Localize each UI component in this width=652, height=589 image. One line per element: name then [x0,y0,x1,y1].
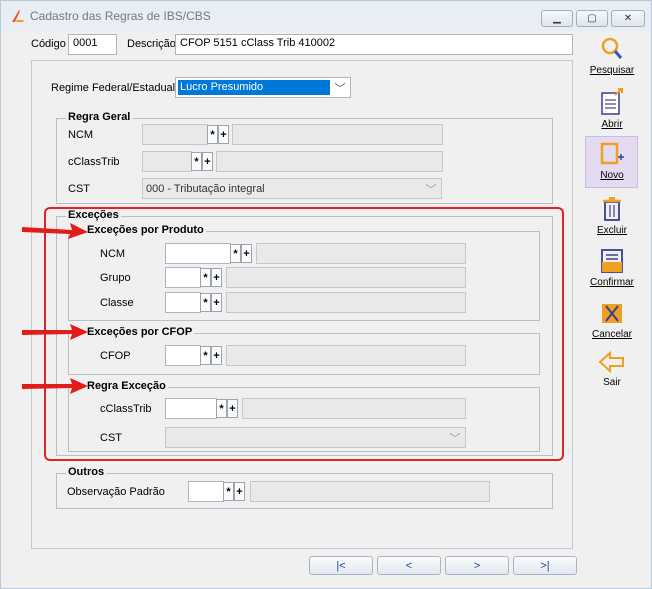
pesquisar-button[interactable]: Pesquisar [572,36,652,86]
previous-icon: < [405,559,413,572]
descricao-field[interactable]: CFOP 5151 cClass Trib 410002 [175,34,573,55]
regime-value: Lucro Presumido [178,80,330,95]
codigo-label: Código [31,38,66,50]
rg-cst-select[interactable]: 000 - Tributação integral ﹀ [142,178,442,199]
delete-icon [603,197,621,221]
obs-field[interactable] [188,481,224,502]
obs-star-button[interactable]: * [223,482,234,501]
confirmar-button[interactable]: Confirmar [572,248,652,298]
exit-icon [598,350,624,374]
excluir-label: Excluir [596,225,627,236]
rg-cst-label: CST [68,183,90,195]
chevron-down-icon: ﹀ [334,82,346,95]
rg-cclasstrib-description [216,151,443,172]
first-record-button[interactable]: |< [309,556,373,575]
outros-title: Outros [66,466,107,478]
confirm-icon [601,249,623,273]
next-record-button[interactable]: > [445,556,509,575]
last-icon: >| [540,559,550,572]
regime-select[interactable]: Lucro Presumido ﹀ [175,77,351,98]
maximize-icon: ▢ [587,13,597,24]
red-arrow-icon [22,223,88,239]
red-arrow-icon [22,378,88,394]
highlight-frame [44,207,564,461]
descricao-label: Descrição [127,38,176,50]
cancelar-button[interactable]: Cancelar [572,300,652,350]
codigo-field[interactable]: 0001 [68,34,117,55]
close-icon: ✕ [623,13,633,24]
new-icon [600,142,624,165]
open-icon [601,88,623,115]
rg-cclasstrib-plus-button[interactable]: + [202,152,213,171]
abrir-label: Abrir [601,119,623,130]
red-arrow-icon [22,324,88,340]
novo-label: Novo [600,170,624,181]
regime-label: Regime Federal/Estadual [51,82,176,94]
cancel-icon [602,304,622,323]
rg-cclasstrib-label: cClassTrib [68,156,120,168]
cancelar-label: Cancelar [591,329,633,340]
abrir-button[interactable]: Abrir [572,88,652,138]
rg-ncm-label: NCM [68,129,94,141]
last-record-button[interactable]: >| [513,556,577,575]
sair-button[interactable]: Sair [572,350,652,400]
regra-geral-title: Regra Geral [66,111,133,123]
minimize-icon: ▁ [553,13,561,24]
first-icon: |< [336,559,346,572]
maximize-button[interactable]: ▢ [576,10,608,27]
pesquisar-label: Pesquisar [589,65,635,76]
previous-record-button[interactable]: < [377,556,441,575]
novo-button[interactable]: Novo [572,141,652,191]
obs-plus-button[interactable]: + [234,482,245,501]
window-title: Cadastro das Regras de IBS/CBS [30,9,211,23]
rg-cclasstrib-field[interactable] [142,151,192,172]
search-icon [601,37,623,59]
excluir-button[interactable]: Excluir [572,196,652,246]
rg-ncm-star-button[interactable]: * [207,125,218,144]
sair-label: Sair [603,377,621,388]
chevron-down-icon: ﹀ [425,183,437,196]
rg-cclasstrib-star-button[interactable]: * [191,152,202,171]
rg-ncm-description [232,124,443,145]
confirmar-label: Confirmar [590,277,634,288]
app-logo-icon [12,10,24,22]
minimize-button[interactable]: ▁ [541,10,573,27]
obs-description [250,481,490,502]
rg-ncm-field[interactable] [142,124,208,145]
next-icon: > [473,559,481,572]
rg-ncm-plus-button[interactable]: + [218,125,229,144]
close-button[interactable]: ✕ [611,10,645,27]
rg-cst-value: 000 - Tributação integral [146,183,265,195]
obs-label: Observação Padrão [67,486,165,498]
